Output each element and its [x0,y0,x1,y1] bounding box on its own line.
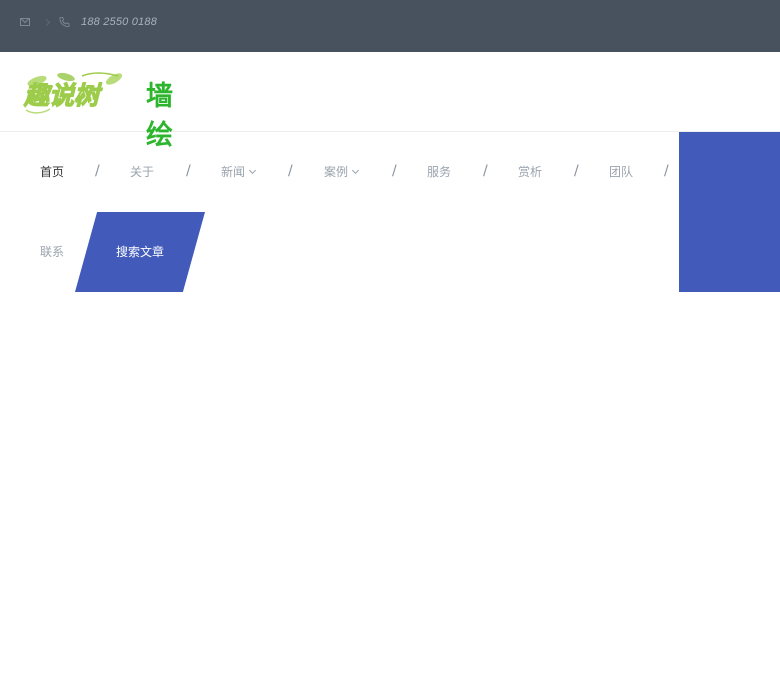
phone-icon [59,16,70,28]
nav-separator: / [186,163,191,179]
phone-number[interactable]: 188 2550 0188 [81,16,157,28]
nav-item-home[interactable]: 首页 [40,132,64,212]
nav-separator: / [574,163,579,179]
nav-separator: / [392,163,397,179]
chevron-down-icon [248,166,257,175]
mail-icon[interactable] [20,18,30,26]
logo-mark: 趣说树 [22,72,123,114]
nav-item-news[interactable]: 新闻 [221,132,257,212]
nav-separator: / [95,163,100,179]
chevron-down-icon [351,166,360,175]
site-header: 趣说树 墙绘 [0,52,780,151]
top-bar: 188 2550 0188 [0,0,780,52]
nav-item-team[interactable]: 团队 [609,132,633,212]
search-articles-label: 搜索文章 [115,245,164,259]
nav-separator: / [483,163,488,179]
nav-item-contact[interactable]: 联系 [40,212,64,292]
logo-text: 趣说树 [23,81,103,110]
chevron-right-icon [42,18,51,27]
nav-accent-block [679,132,780,292]
nav-item-services[interactable]: 服务 [427,132,451,212]
nav-item-about[interactable]: 关于 [130,132,154,212]
nav-item-cases-label: 案例 [324,165,349,179]
nav-item-cases[interactable]: 案例 [324,132,360,212]
nav-item-news-label: 新闻 [221,165,246,179]
nav-separator: / [664,163,669,179]
nav-item-gallery[interactable]: 赏析 [518,132,542,212]
search-articles-button[interactable]: 搜索文章 [75,212,205,292]
main-nav: 首页 / 关于 / 新闻 / 案例 / 服务 / 赏析 / 团队 / 联系 搜索… [0,132,780,292]
site-logo[interactable]: 趣说树 墙绘 [22,70,192,151]
nav-separator: / [288,163,293,179]
